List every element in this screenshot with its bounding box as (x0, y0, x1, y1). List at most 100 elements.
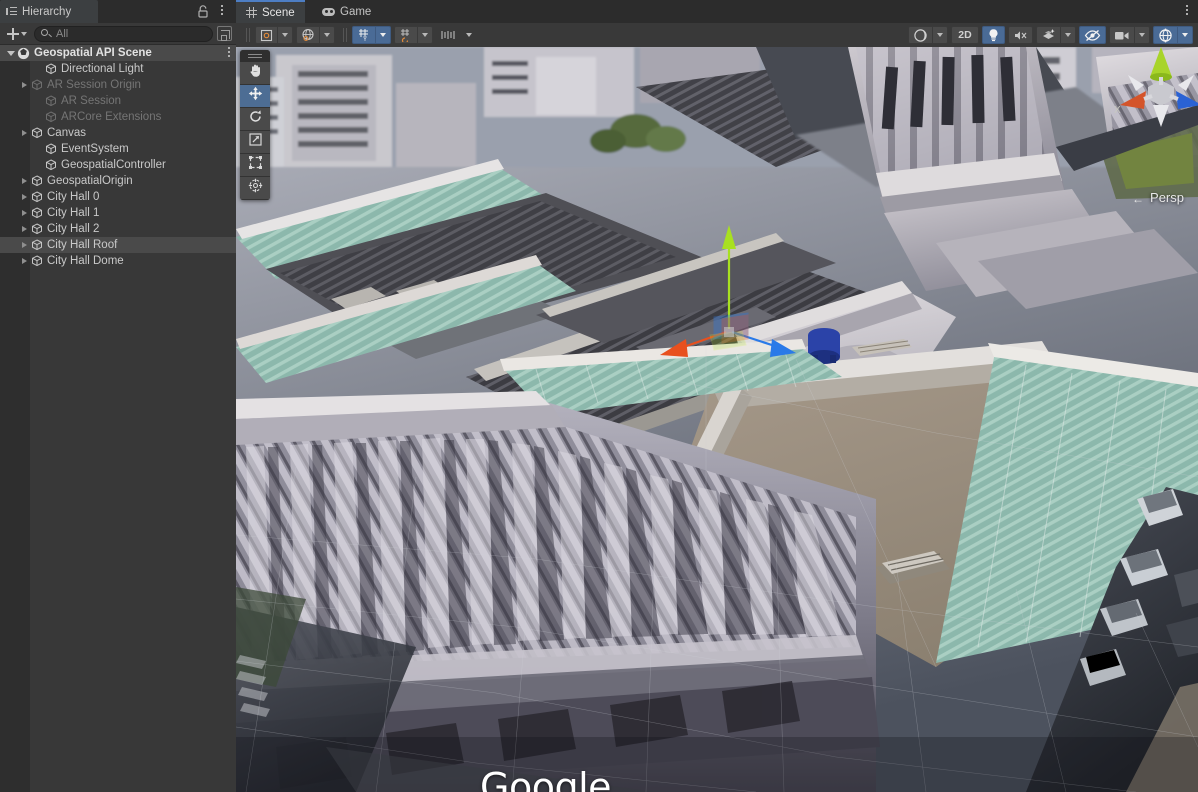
pivot-dropdown[interactable] (277, 26, 293, 44)
hierarchy-item-directional-light[interactable]: Directional Light (0, 61, 236, 77)
twirl-spacer (34, 144, 44, 154)
tab-game[interactable]: Game (312, 0, 381, 23)
hierarchy-item-label: AR Session Origin (47, 79, 141, 91)
twirl-right-icon[interactable] (20, 128, 30, 138)
pivot-icon (260, 29, 273, 42)
gizmos-toggle-button[interactable] (1153, 26, 1193, 44)
tab-scene-label: Scene (262, 7, 295, 19)
gameobject-icon (45, 111, 57, 123)
scene-tools-overlay[interactable] (240, 50, 270, 200)
gameobject-icon (31, 207, 43, 219)
audio-toggle-button[interactable] (1008, 26, 1033, 44)
2d-toggle-button[interactable]: 2D (951, 26, 979, 44)
twirl-down-icon[interactable] (6, 48, 16, 58)
gameobject-icon (31, 127, 43, 139)
rotate-tool[interactable] (240, 108, 270, 131)
twirl-right-icon[interactable] (20, 240, 30, 250)
hierarchy-item-label: City Hall Dome (47, 255, 124, 267)
snap-increment-button[interactable] (394, 26, 433, 44)
transform-tool[interactable] (240, 177, 270, 200)
tab-hierarchy-label: Hierarchy (22, 6, 71, 18)
handle-space-dropdown[interactable] (319, 26, 335, 44)
scene-row-menu-icon[interactable] (228, 47, 230, 59)
persp-label[interactable]: Persp (1150, 190, 1184, 205)
hierarchy-item-city-hall-roof[interactable]: City Hall Roof (0, 237, 236, 253)
hierarchy-toolbar: All (0, 23, 236, 45)
hierarchy-item-label: Geospatial API Scene (34, 47, 152, 59)
globe-icon (301, 28, 315, 42)
hierarchy-item-city-hall-0[interactable]: City Hall 0 (0, 189, 236, 205)
pivot-mode-button[interactable] (255, 26, 293, 44)
tab-scene[interactable]: Scene (236, 0, 305, 23)
gizmos-dropdown[interactable] (1177, 26, 1193, 44)
overlay-drag-handle[interactable] (240, 50, 270, 62)
search-input[interactable]: All (34, 26, 213, 42)
hand-tool[interactable] (240, 62, 270, 85)
hierarchy-menu-icon[interactable] (216, 5, 228, 18)
twirl-right-icon[interactable] (20, 256, 30, 266)
scene-grid-icon (246, 7, 257, 18)
gameobject-icon (45, 95, 57, 107)
hierarchy-item-ar-session-origin[interactable]: AR Session Origin (0, 77, 236, 93)
gameobject-icon (45, 159, 57, 171)
scene-menu-icon[interactable] (1186, 5, 1188, 17)
hierarchy-item-ar-session[interactable]: AR Session (0, 93, 236, 109)
draw-mode-dropdown[interactable] (932, 26, 948, 44)
hierarchy-item-city-hall-1[interactable]: City Hall 1 (0, 205, 236, 221)
gizmo-globe-icon (1158, 28, 1173, 43)
scene-viewport[interactable]: Y X Z ← Persp Google Google • Data SIO, … (236, 47, 1198, 792)
camera-settings-button[interactable] (1109, 26, 1150, 44)
effects-toggle-button[interactable] (1036, 26, 1076, 44)
twirl-right-icon[interactable] (20, 224, 30, 234)
twirl-right-icon[interactable] (20, 208, 30, 218)
snap-increment-dropdown[interactable] (417, 26, 433, 44)
hierarchy-item-label: GeospatialController (61, 159, 166, 171)
lock-icon[interactable] (197, 5, 209, 18)
hierarchy-item-label: Directional Light (61, 63, 143, 75)
create-object-button[interactable] (4, 25, 30, 42)
hierarchy-item-canvas[interactable]: Canvas (0, 125, 236, 141)
twirl-spacer (34, 160, 44, 170)
scale-tool[interactable] (240, 131, 270, 154)
grid-snap-icon (399, 28, 413, 42)
effects-dropdown[interactable] (1060, 26, 1076, 44)
persp-toggle-arrow[interactable]: ← (1132, 192, 1144, 206)
hierarchy-item-city-hall-2[interactable]: City Hall 2 (0, 221, 236, 237)
scene-tabbar: Scene Game (236, 0, 1198, 23)
grid-snap-dropdown[interactable] (375, 26, 391, 44)
grid-size-button[interactable] (436, 26, 477, 44)
rect-tool[interactable] (240, 154, 270, 177)
tab-hierarchy[interactable]: Hierarchy (0, 0, 98, 23)
twirl-right-icon[interactable] (20, 176, 30, 186)
hierarchy-filter-icon[interactable] (217, 26, 232, 41)
lighting-toggle-button[interactable] (982, 26, 1005, 44)
hierarchy-item-label: City Hall Roof (47, 239, 117, 251)
toolbar-divider-2 (343, 28, 344, 42)
grid-size-dropdown[interactable] (461, 26, 477, 44)
twirl-right-icon[interactable] (20, 80, 30, 90)
hierarchy-item-label: ARCore Extensions (61, 111, 161, 123)
hierarchy-item-geospatialorigin[interactable]: GeospatialOrigin (0, 173, 236, 189)
hierarchy-tree[interactable]: Geospatial API Scene Directional Light AR … (0, 45, 236, 792)
camera-dropdown[interactable] (1134, 26, 1150, 44)
gameobject-icon (31, 191, 43, 203)
draw-mode-button[interactable] (908, 26, 948, 44)
hierarchy-item-city-hall-dome[interactable]: City Hall Dome (0, 253, 236, 269)
grid-snap-button[interactable]: Y (352, 26, 391, 44)
hierarchy-item-label: EventSystem (61, 143, 129, 155)
search-icon (41, 28, 52, 39)
transform-icon (248, 178, 263, 198)
hierarchy-item-geospatial-api-scene[interactable]: Geospatial API Scene (0, 45, 236, 61)
twirl-right-icon[interactable] (20, 192, 30, 202)
gameobject-icon (31, 239, 43, 251)
search-placeholder: All (56, 28, 68, 40)
hierarchy-item-arcore-extensions[interactable]: ARCore Extensions (0, 109, 236, 125)
ruler-icon (441, 29, 457, 41)
hierarchy-item-eventsystem[interactable]: EventSystem (0, 141, 236, 157)
scene-visibility-button[interactable] (1079, 26, 1106, 44)
move-arrows-icon (248, 86, 263, 106)
move-tool[interactable] (240, 85, 270, 108)
fx-icon (1041, 28, 1056, 42)
handle-space-button[interactable] (296, 26, 335, 44)
hierarchy-item-geospatialcontroller[interactable]: GeospatialController (0, 157, 236, 173)
